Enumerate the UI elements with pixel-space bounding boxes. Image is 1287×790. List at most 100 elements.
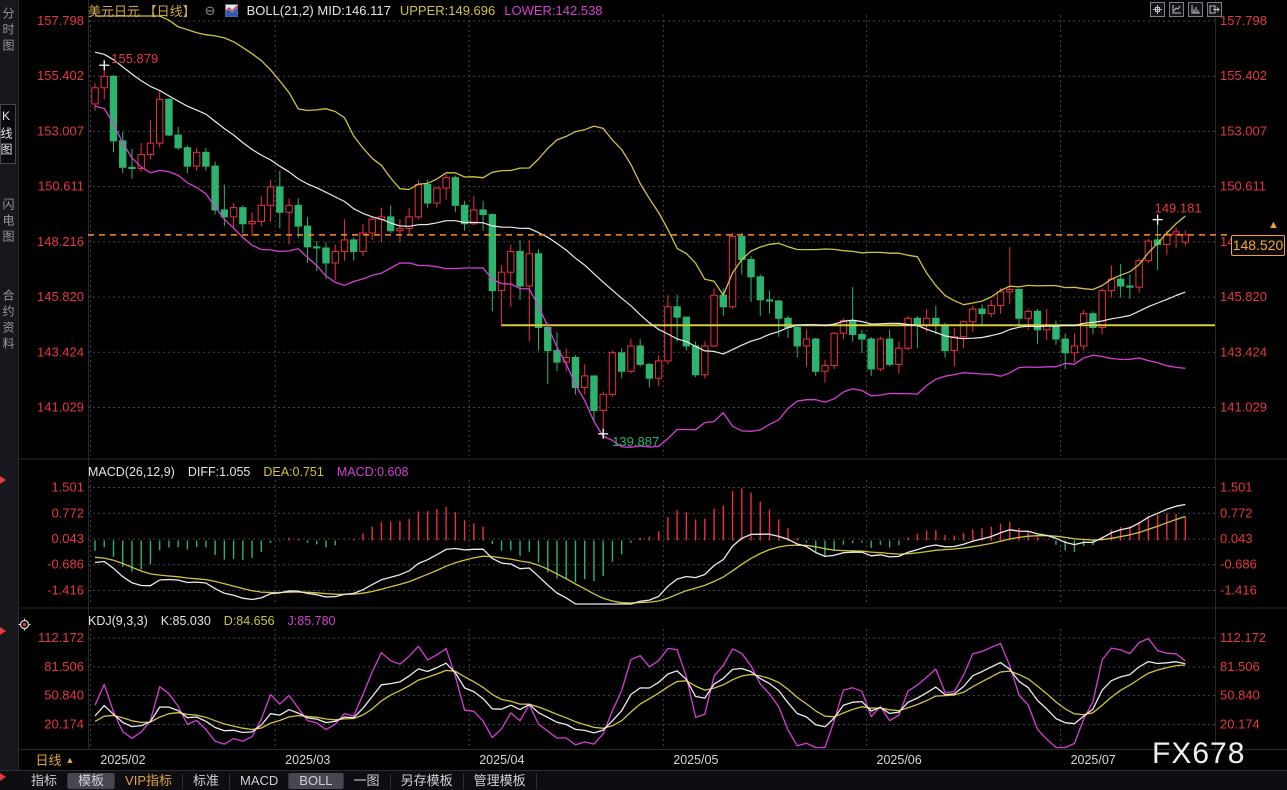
y-axis-label: 157.798	[37, 13, 84, 28]
y-axis-label: 153.007	[1220, 123, 1267, 138]
bottom-toolbar: 指标 模板 VIP指标 标准 MACD BOLL 一图 另存模板 管理模板	[0, 770, 1287, 790]
boll-upper-label: UPPER:149.696	[400, 3, 495, 18]
y-axis-label: 0.043	[51, 531, 84, 546]
x-axis-label: 2025/06	[877, 753, 922, 767]
chart-toolbar	[1150, 2, 1222, 17]
toolbar-item-save-template[interactable]: 另存模板	[391, 773, 464, 789]
toolbar-item-templates[interactable]: 模板	[68, 773, 115, 789]
macd-diff-line	[95, 505, 1185, 605]
annotation-low: 139.887	[612, 434, 659, 449]
y-axis-label: 157.798	[1220, 13, 1267, 28]
kdj-name: KDJ(9,3,3)	[88, 614, 148, 628]
boll-lower-label: LOWER:142.538	[504, 3, 602, 18]
kdj-k-value: K:85.030	[161, 614, 211, 628]
y-axis-label: -0.686	[47, 557, 84, 572]
sidebar-item-lightning-chart[interactable]: 闪电图	[1, 198, 17, 246]
panel-splitter-marker[interactable]	[0, 773, 6, 781]
chart-title-bar: 美元日元 【日线】 ⊖ BOLL(21,2) MID:146.117 UPPER…	[88, 3, 603, 18]
y-axis-label: 1.501	[1220, 480, 1253, 495]
watermark: FX678	[1152, 737, 1245, 771]
y-axis-label: -0.686	[1220, 557, 1257, 572]
x-axis-label: 2025/02	[100, 753, 145, 767]
candlestick-series	[92, 65, 1189, 434]
y-axis-label: -1.416	[47, 583, 84, 598]
y-axis-label: 148.216	[37, 234, 84, 249]
y-axis-label: 141.029	[37, 400, 84, 415]
y-axis-label: 141.029	[1220, 400, 1267, 415]
toolbar-item-vip-indicators[interactable]: VIP指标	[115, 773, 183, 789]
macd-name: MACD(26,12,9)	[88, 465, 175, 479]
period-tag: 【日线】	[144, 4, 196, 19]
export-icon[interactable]	[1207, 2, 1222, 17]
macd-macd-value: MACD:0.608	[337, 465, 409, 479]
y-axis-label: 81.506	[44, 659, 84, 674]
chart-application: 157.798 157.798 155.402 155.402 153.007 153.0…	[0, 0, 1287, 790]
chart-scale-icon[interactable]	[1169, 2, 1184, 17]
boll-upper-line	[95, 16, 1185, 305]
toolbar-item-one-chart[interactable]: 一图	[344, 773, 391, 789]
y-axis-label: 0.772	[1220, 505, 1253, 520]
toolbar-item-boll[interactable]: BOLL	[289, 773, 343, 789]
kdj-j-line	[95, 639, 1185, 748]
sidebar-item-contract-info[interactable]: 合约资料	[1, 289, 17, 353]
y-axis-label: 143.424	[37, 344, 84, 359]
toolbar-item-indicators[interactable]: 指标	[21, 773, 68, 789]
y-axis-label: 145.820	[37, 289, 84, 304]
chart-canvas[interactable]: 157.798 157.798 155.402 155.402 153.007 153.0…	[0, 0, 1287, 790]
x-axis-label: 2025/07	[1071, 753, 1116, 767]
boll-bands	[95, 16, 1185, 447]
y-axis-label: 155.402	[1220, 68, 1267, 83]
annotation-high: 155.879	[111, 51, 158, 66]
panel-splitter-marker[interactable]	[0, 476, 6, 484]
left-sidebar: 分时图 K线图 闪电图 合约资料	[0, 0, 19, 770]
y-axis-label: 81.506	[1220, 659, 1260, 674]
annotation-recent-high: 149.181	[1155, 201, 1202, 216]
boll-mid-label: BOLL(21,2) MID:146.117	[247, 3, 391, 18]
kdj-d-value: D:84.656	[224, 614, 275, 628]
crosshair-icon[interactable]	[1150, 2, 1165, 17]
panel-splitter-marker[interactable]	[0, 627, 6, 635]
kdj-j-value: J:85.780	[288, 614, 336, 628]
y-axis-label: 0.043	[1220, 531, 1253, 546]
macd-header: MACD(26,12,9) DIFF:1.055 DEA:0.751 MACD:…	[88, 465, 408, 479]
y-axis-label: 20.174	[44, 716, 84, 731]
y-axis-label: 1.501	[51, 480, 84, 495]
y-axis-label: 112.172	[1220, 630, 1266, 645]
x-axis-label: 2025/05	[673, 753, 718, 767]
signal-icon	[18, 618, 31, 636]
kdj-panel	[95, 639, 1185, 748]
y-axis-label: 50.840	[1220, 688, 1260, 703]
y-axis-label: 20.174	[1220, 716, 1260, 731]
y-axis-label: 150.611	[1220, 179, 1266, 194]
x-axis-label: 2025/04	[479, 753, 524, 767]
dropdown-arrow-icon: ▲	[66, 755, 75, 765]
macd-diff-value: DIFF:1.055	[188, 465, 251, 479]
y-axis-label: -1.416	[1220, 583, 1257, 598]
y-axis-label: 155.402	[37, 68, 84, 83]
sidebar-item-time-chart[interactable]: 分时图	[1, 7, 17, 55]
macd-dea-value: DEA:0.751	[263, 465, 323, 479]
x-axis-label: 2025/03	[285, 753, 330, 767]
price-up-arrow-icon: ▲	[1268, 219, 1279, 231]
y-axis-label: 112.172	[38, 630, 84, 645]
collapse-icon[interactable]: ⊖	[205, 5, 216, 17]
chart-bars-icon[interactable]	[1188, 2, 1203, 17]
boll-lower-line	[95, 106, 1185, 447]
period-selector[interactable]: 日线 ▲	[19, 751, 91, 768]
period-label: 日线	[36, 750, 62, 769]
y-axis-label: 150.611	[38, 179, 84, 194]
toolbar-item-standard[interactable]: 标准	[183, 773, 230, 789]
y-axis-label: 0.772	[51, 505, 84, 520]
y-axis-label: 145.820	[1220, 289, 1267, 304]
kdj-header: KDJ(9,3,3) K:85.030 D:84.656 J:85.780	[88, 614, 336, 628]
y-axis-label: 153.007	[37, 123, 84, 138]
toolbar-item-manage-templates[interactable]: 管理模板	[464, 773, 537, 789]
symbol-title: 美元日元 【日线】	[88, 1, 196, 20]
macd-panel	[95, 488, 1185, 604]
sidebar-item-kline-chart[interactable]: K线图	[0, 104, 16, 164]
current-price-label: 148.520	[1231, 235, 1285, 256]
symbol-name: 美元日元	[88, 4, 140, 19]
chart-type-icon[interactable]	[225, 4, 238, 17]
toolbar-item-macd[interactable]: MACD	[230, 773, 289, 789]
y-axis-label: 50.840	[44, 688, 84, 703]
